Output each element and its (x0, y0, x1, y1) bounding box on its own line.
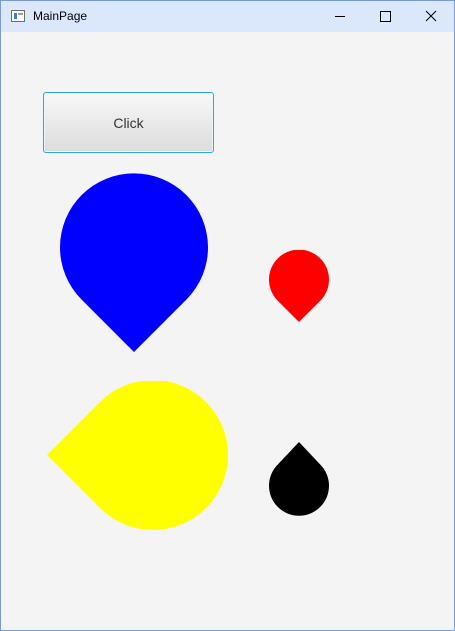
yellow-teardrop-shape (47, 381, 228, 530)
main-window: MainPage Click (0, 0, 455, 631)
red-teardrop-shape (269, 250, 329, 322)
close-icon (425, 10, 437, 22)
click-button[interactable]: Click (43, 92, 214, 153)
maximize-icon (380, 11, 391, 22)
blue-teardrop-shape (60, 173, 209, 352)
black-teardrop-shape (269, 442, 329, 516)
minimize-icon (335, 16, 345, 17)
minimize-button[interactable] (317, 1, 363, 32)
black-teardrop (269, 442, 329, 516)
yellow-teardrop (47, 381, 228, 530)
maximize-button[interactable] (363, 1, 409, 32)
blue-teardrop (60, 173, 209, 352)
close-button[interactable] (408, 1, 454, 32)
title-bar[interactable]: MainPage (1, 1, 454, 32)
content-area: Click (1, 32, 454, 630)
red-teardrop (269, 250, 329, 322)
app-icon (11, 10, 25, 22)
click-button-label: Click (113, 115, 144, 131)
window-title: MainPage (33, 9, 88, 23)
